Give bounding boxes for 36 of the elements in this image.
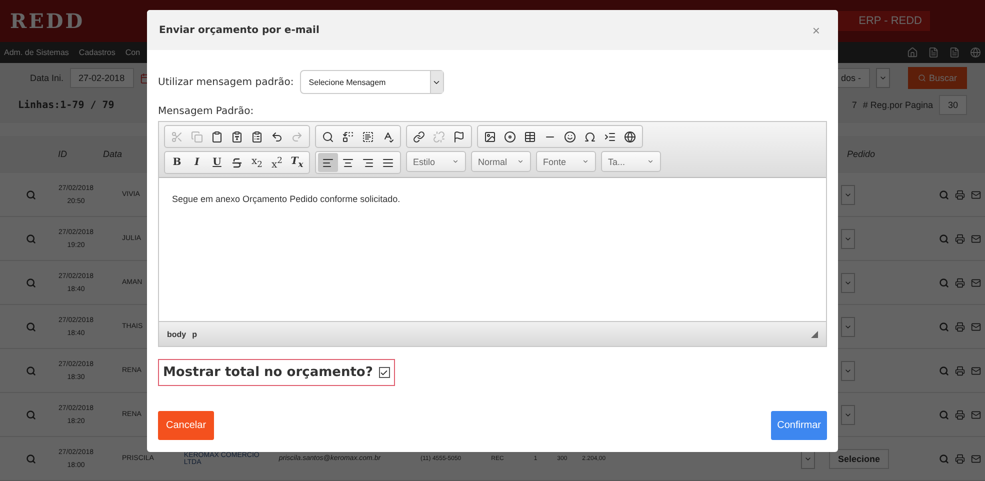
editor-combo[interactable]: Estilo (406, 151, 466, 172)
message-label: Mensagem Padrão: (158, 106, 255, 117)
template-label: Utilizar mensagem padrão: (158, 76, 294, 88)
format-button[interactable]: U (207, 153, 227, 172)
per-page-label: # Reg.por Pagina (862, 100, 933, 110)
template-select[interactable]: Selecione Mensagem (300, 70, 444, 94)
confirm-button[interactable]: Confirmar (771, 411, 827, 440)
format-button[interactable]: T$_{x}$ (287, 153, 307, 172)
lines-count: Linhas:1-79 / 79 (18, 100, 114, 111)
column-header: Pedido (846, 149, 875, 160)
column-header: ID (58, 149, 68, 160)
logo: REDD (10, 8, 85, 33)
page-count: 7 (852, 100, 857, 110)
close-button[interactable]: × (806, 22, 826, 38)
status-select[interactable]: Selecione (828, 448, 889, 468)
nav-item[interactable]: Adm. de Sistemas (4, 48, 69, 57)
cancel-button[interactable]: Cancelar (158, 411, 214, 440)
nav-item[interactable]: Cadastros (78, 48, 116, 57)
element-path[interactable]: p (192, 330, 197, 338)
editor-combo[interactable]: Normal (471, 151, 531, 172)
editor-content[interactable]: Segue em anexo Orçamento Pedido conforme solicitado. (159, 178, 826, 321)
dialog-title: Enviar orçamento por e-mail (159, 24, 320, 36)
per-page-select[interactable]: 30 (938, 95, 967, 116)
editor-combo[interactable]: Ta... (601, 151, 661, 172)
element-path[interactable]: body (167, 330, 186, 338)
start-date-label: Data Ini. (30, 73, 64, 84)
show-total-checkbox[interactable]: Mostrar total no orçamento? (158, 359, 395, 386)
format-button[interactable]: B (167, 153, 187, 172)
column-header: Data (103, 149, 122, 160)
nav-item[interactable]: Con (125, 48, 140, 57)
checkbox-label: Mostrar total no orçamento? (163, 365, 373, 380)
format-button[interactable]: x$_{2}$ (247, 153, 267, 172)
format-button[interactable]: x$^{2}$ (267, 153, 287, 172)
format-button[interactable]: I (187, 153, 207, 172)
editor-combo[interactable]: Fonte (536, 151, 596, 172)
start-date-field[interactable]: 27-02-2018 (70, 68, 134, 88)
